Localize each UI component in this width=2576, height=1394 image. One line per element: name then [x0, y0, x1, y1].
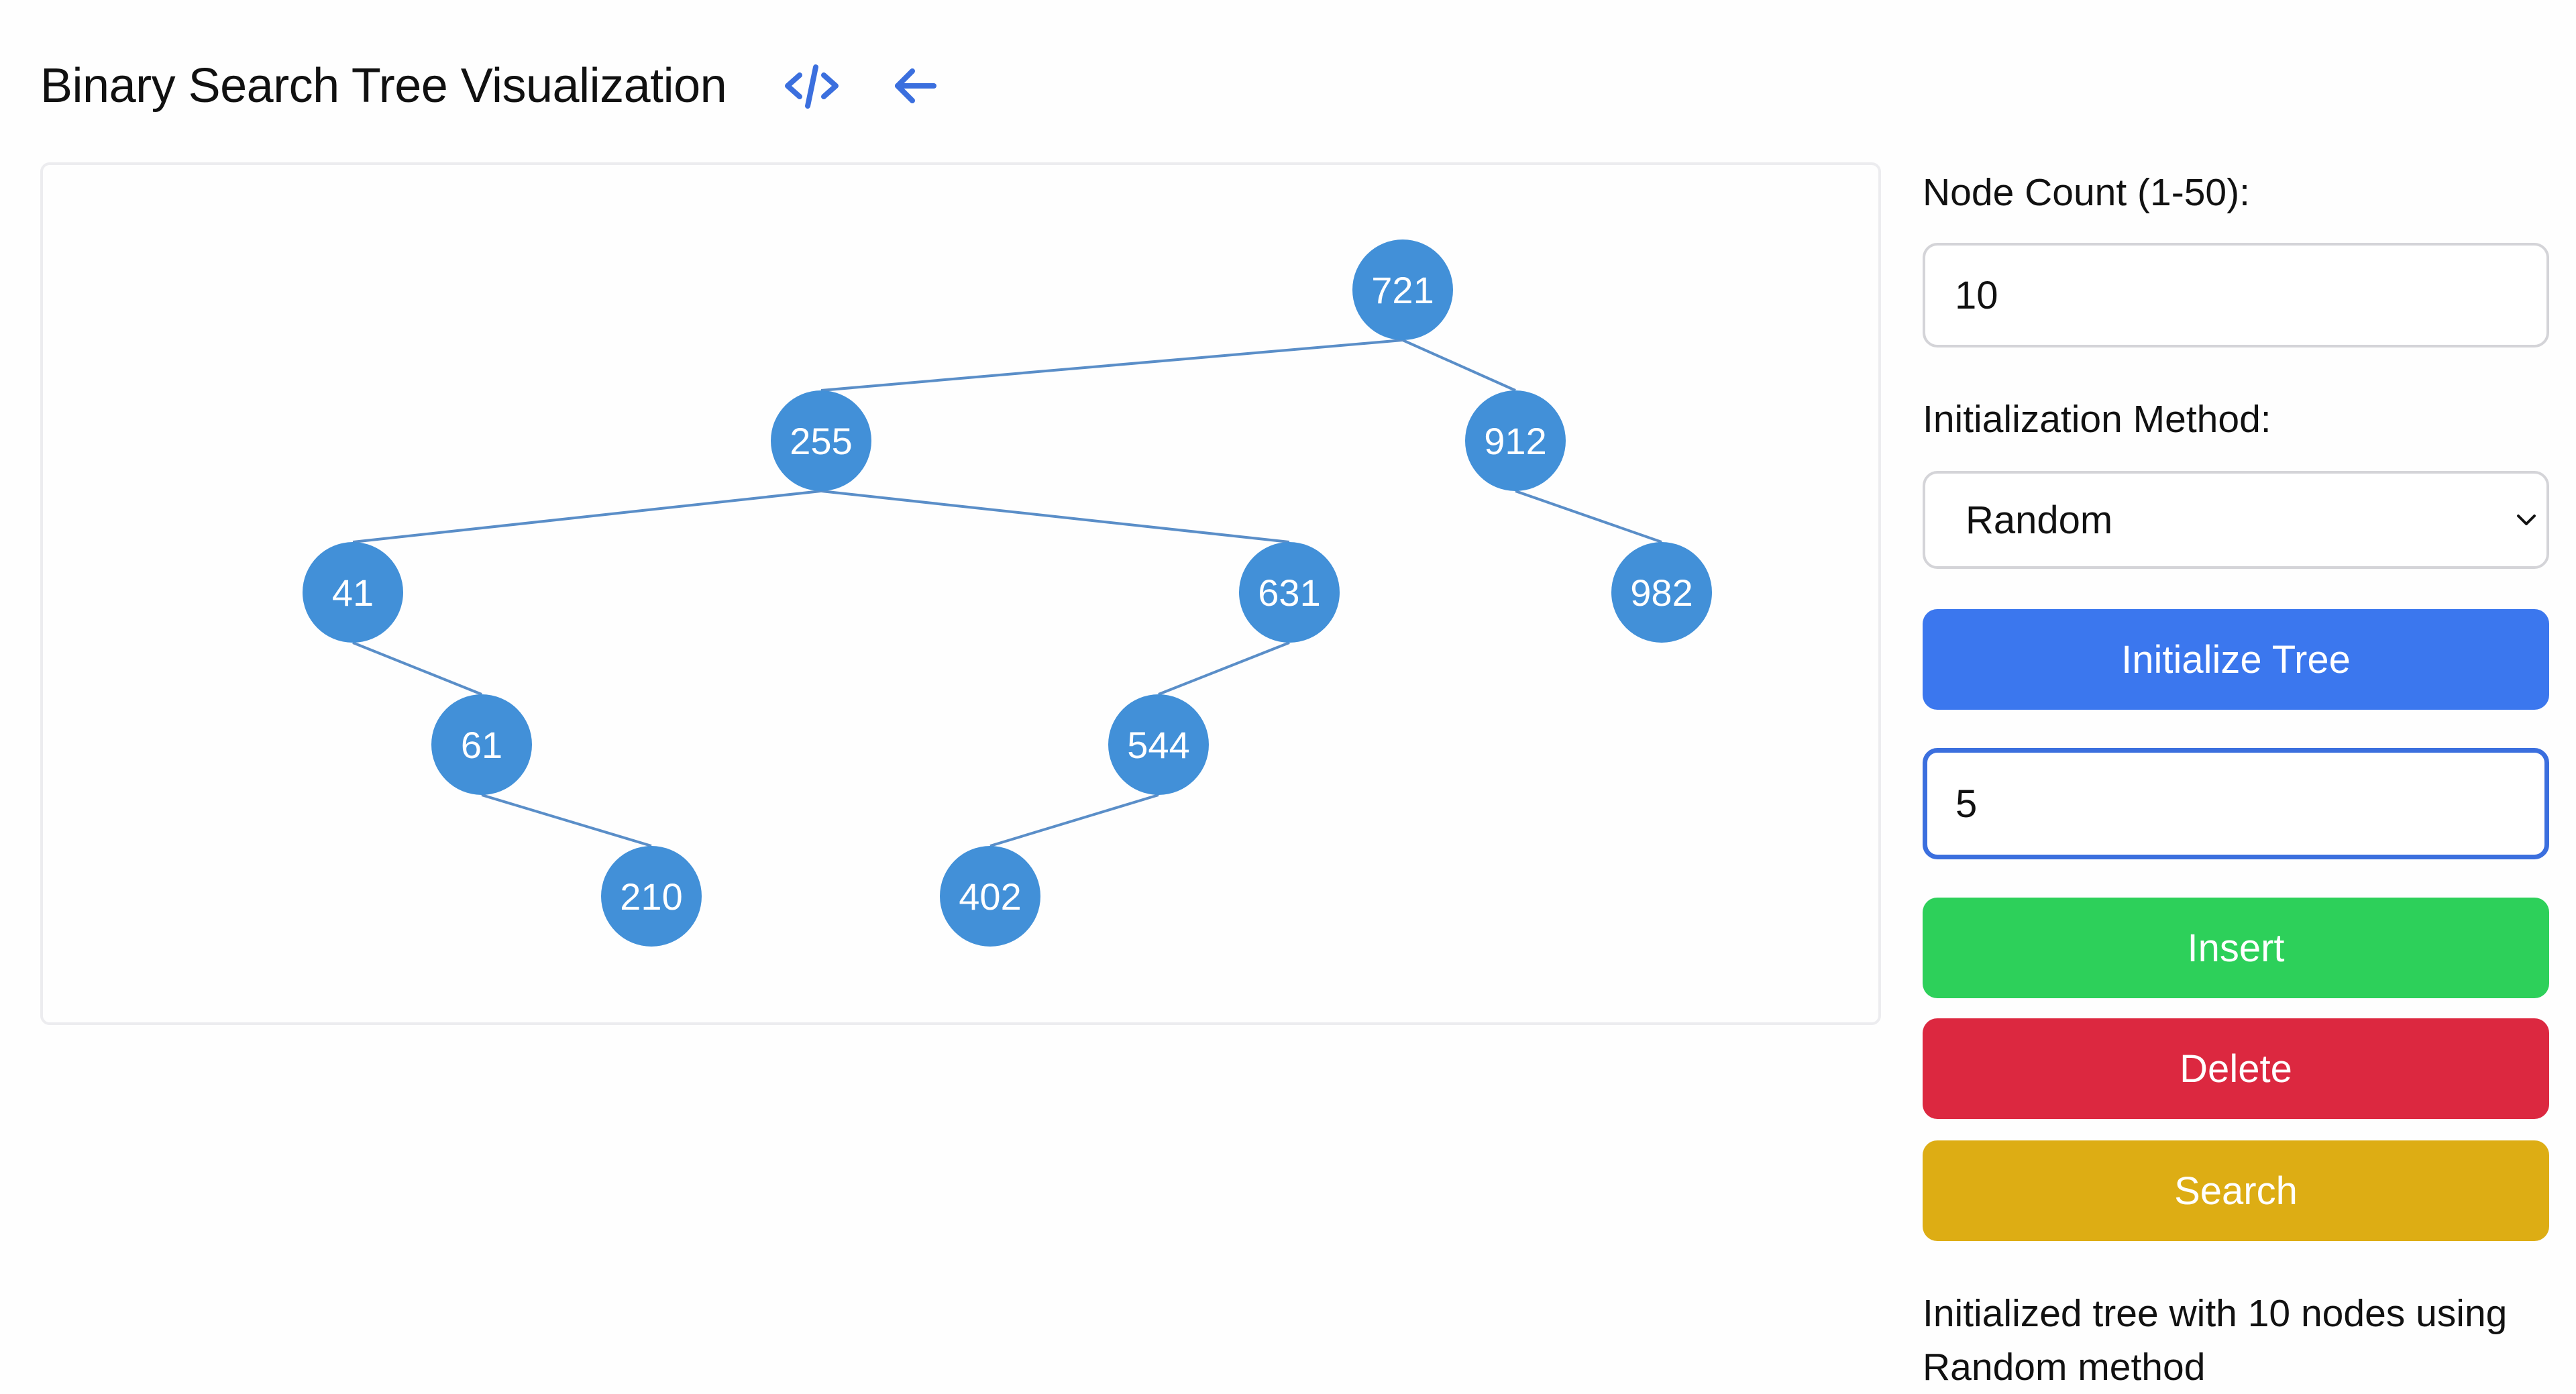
tree-edge [1515, 490, 1662, 543]
tree-node[interactable]: 210 [601, 846, 702, 947]
tree-edge [989, 794, 1159, 847]
tree-node[interactable]: 721 [1352, 239, 1453, 340]
tree-node-value: 982 [1630, 572, 1693, 614]
tree-node-value: 210 [620, 875, 682, 918]
tree-node-value: 41 [332, 572, 374, 614]
code-icon [785, 64, 839, 109]
arrow-left-icon [895, 68, 936, 103]
tree-node[interactable]: 631 [1239, 542, 1340, 643]
tree-node[interactable]: 61 [431, 694, 532, 795]
init-method-label: Initialization Method: [1923, 398, 2271, 441]
tree-edge [481, 794, 652, 847]
tree-node[interactable]: 402 [940, 846, 1040, 947]
tree-node-value: 544 [1127, 724, 1189, 766]
tree-edge [820, 339, 1403, 392]
tree-node-value: 721 [1371, 269, 1434, 311]
node-count-label: Node Count (1-50): [1923, 171, 2250, 214]
init-method-select[interactable]: Random [1923, 471, 2549, 569]
tree-node-value: 61 [461, 724, 502, 766]
tree-node-value: 255 [790, 420, 852, 462]
tree-edge [1402, 339, 1516, 392]
page-title: Binary Search Tree Visualization [40, 59, 727, 113]
status-message: Initialized tree with 10 nodes using Ran… [1923, 1292, 2508, 1389]
tree-edge [1158, 641, 1290, 696]
search-button[interactable]: Search [1923, 1140, 2549, 1241]
insert-button[interactable]: Insert [1923, 898, 2549, 998]
tree-node[interactable]: 544 [1108, 694, 1209, 795]
tree-node[interactable]: 255 [771, 390, 871, 491]
value-input[interactable] [1923, 748, 2549, 859]
view-code-button[interactable] [782, 62, 842, 110]
tree-node-value: 402 [959, 875, 1021, 918]
tree-node[interactable]: 982 [1611, 542, 1712, 643]
tree-node[interactable]: 912 [1465, 390, 1566, 491]
init-method-select-wrap: Random [1923, 471, 2549, 569]
tree-node-value: 631 [1258, 572, 1320, 614]
tree-edge [352, 641, 482, 696]
tree-node[interactable]: 41 [303, 542, 403, 643]
initialize-tree-button[interactable]: Initialize Tree [1923, 609, 2549, 710]
tree-svg: 721 255 912 41 631 982 61 544 210 402 [303, 239, 1712, 947]
tree-edge [820, 490, 1290, 543]
node-count-input[interactable] [1923, 243, 2549, 347]
back-button[interactable] [885, 62, 946, 110]
delete-button[interactable]: Delete [1923, 1018, 2549, 1119]
tree-canvas: 721 255 912 41 631 982 61 544 210 402 [40, 162, 1881, 1025]
tree-node-value: 912 [1484, 420, 1546, 462]
tree-edge [352, 490, 822, 543]
